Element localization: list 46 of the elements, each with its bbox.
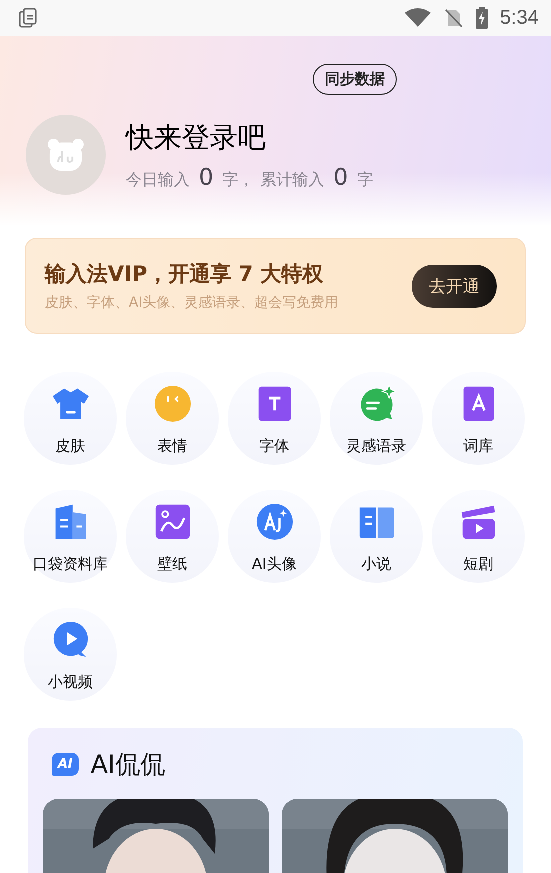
feature-tile[interactable]: 皮肤 bbox=[24, 372, 117, 465]
feature-label: 词库 bbox=[464, 437, 494, 456]
vip-subtitle: 皮肤、字体、AI头像、灵感语录、超会写免费用 bbox=[45, 294, 339, 312]
feature-tile[interactable]: 灵感语录 bbox=[330, 372, 423, 465]
feature-tile[interactable]: 小说 bbox=[330, 490, 423, 583]
stat-label: 累计输入 bbox=[260, 170, 325, 191]
stat-unit: 字， bbox=[222, 170, 255, 191]
clock: 5:34 bbox=[500, 6, 539, 30]
feature-label: AI头像 bbox=[252, 555, 297, 574]
feature-label: 小说 bbox=[362, 555, 392, 574]
feature-tile[interactable]: 小视频 bbox=[24, 608, 117, 701]
battery-icon bbox=[476, 7, 488, 29]
wifi-icon bbox=[404, 8, 432, 28]
no-sim-icon bbox=[444, 8, 464, 28]
login-prompt[interactable]: 快来登录吧 bbox=[126, 119, 374, 157]
clapperboard-icon bbox=[460, 503, 498, 541]
vip-title: 输入法VIP，开通享 7 大特权 bbox=[45, 261, 325, 288]
vip-banner[interactable]: 输入法VIP，开通享 7 大特权 皮肤、字体、AI头像、灵感语录、超会写免费用 去开通 bbox=[25, 238, 526, 334]
sync-data-button[interactable]: 同步数据 bbox=[313, 64, 397, 95]
stat-value: 0 bbox=[334, 165, 348, 191]
feature-label: 字体 bbox=[260, 437, 290, 456]
feature-label: 皮肤 bbox=[56, 437, 86, 456]
feature-label: 小视频 bbox=[48, 673, 93, 692]
feature-tile[interactable]: 口袋资料库 bbox=[24, 490, 117, 583]
ai-sparkle-icon bbox=[256, 503, 294, 541]
document-icon bbox=[17, 7, 39, 29]
smiley-icon bbox=[154, 385, 192, 423]
feature-label: 口袋资料库 bbox=[33, 555, 108, 574]
section-title: AI侃侃 bbox=[90, 749, 166, 781]
feature-tile[interactable]: 壁纸 bbox=[126, 490, 219, 583]
feature-tile[interactable]: 表情 bbox=[126, 372, 219, 465]
feature-label: 壁纸 bbox=[158, 555, 188, 574]
feature-tile[interactable]: AI头像 bbox=[228, 490, 321, 583]
play-bubble-icon bbox=[52, 621, 90, 659]
feature-label: 表情 bbox=[158, 437, 188, 456]
stat-unit: 字 bbox=[357, 170, 374, 191]
ai-badge-icon: AI bbox=[52, 753, 79, 776]
feature-tile[interactable]: 短剧 bbox=[432, 490, 525, 583]
stat-value: 0 bbox=[199, 165, 214, 191]
wallpaper-icon bbox=[154, 503, 192, 541]
feature-tile[interactable]: 字体 bbox=[228, 372, 321, 465]
activate-button[interactable]: 去开通 bbox=[412, 264, 497, 308]
feature-label: 短剧 bbox=[464, 555, 494, 574]
feature-label: 灵感语录 bbox=[346, 437, 406, 456]
feature-tile[interactable]: 词库 bbox=[432, 372, 525, 465]
stat-label: 今日输入 bbox=[126, 170, 190, 191]
